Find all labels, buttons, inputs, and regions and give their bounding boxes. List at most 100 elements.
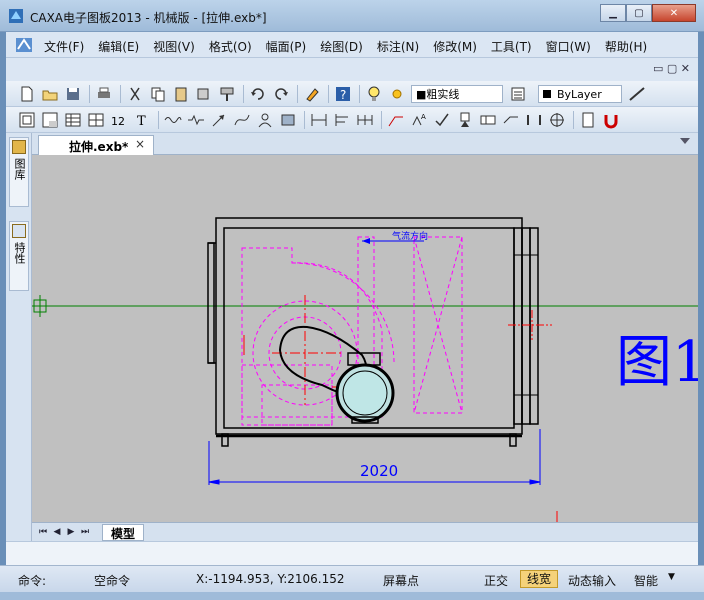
menu-draw[interactable]: 绘图(D)	[320, 38, 363, 55]
ortho-toggle[interactable]: 正交	[484, 572, 508, 589]
menu-bar-extension: ▭ ▢ ✕	[6, 58, 698, 81]
cut-icon[interactable]	[126, 85, 144, 103]
first-layout-icon[interactable]: ⏮	[36, 526, 50, 538]
chain-dim-icon[interactable]	[356, 111, 374, 129]
roughness-icon[interactable]: A	[410, 111, 428, 129]
drawing-canvas[interactable]: 气流方向 2020 图1	[32, 155, 698, 522]
wave-line-icon[interactable]	[164, 111, 182, 129]
last-layout-icon[interactable]: ⏭	[78, 526, 92, 538]
side-tab-library[interactable]: 图库	[9, 137, 29, 207]
color-select[interactable]: ByLayer	[538, 85, 622, 103]
coordinate-readout: X:-1194.953, Y:2106.152	[196, 572, 345, 586]
hatch-icon[interactable]	[279, 111, 297, 129]
minimize-button[interactable]: ▁	[600, 4, 626, 22]
leader-icon[interactable]	[387, 111, 405, 129]
copy-icon[interactable]	[149, 85, 167, 103]
layout-tab-bar: ⏮ ◀ ▶ ⏭ 模型	[32, 522, 698, 541]
menu-tools[interactable]: 工具(T)	[491, 38, 532, 55]
motor-drawing	[278, 325, 395, 424]
menu-sheet[interactable]: 幅面(P)	[266, 38, 307, 55]
sheet-frame-icon[interactable]	[18, 111, 36, 129]
toolbar-separator	[328, 85, 329, 103]
menu-format[interactable]: 格式(O)	[209, 38, 252, 55]
print-icon[interactable]	[95, 85, 113, 103]
weld-icon[interactable]	[502, 111, 520, 129]
menu-edit[interactable]: 编辑(E)	[98, 38, 139, 55]
command-line-area[interactable]	[6, 541, 698, 565]
baseline-dim-icon[interactable]	[333, 111, 351, 129]
linewidth-icon[interactable]	[628, 85, 646, 103]
svg-text:12: 12	[111, 115, 125, 128]
balloon-icon[interactable]: 12	[110, 111, 128, 129]
attribute-icon[interactable]	[579, 111, 597, 129]
close-button[interactable]: ✕	[652, 4, 696, 22]
menu-bar: 文件(F) 编辑(E) 视图(V) 格式(O) 幅面(P) 绘图(D) 标注(N…	[6, 32, 698, 58]
smart-snap-toggle[interactable]: 智能	[634, 572, 658, 589]
text-icon[interactable]: T	[133, 111, 151, 129]
document-tab[interactable]: 拉伸.exb* ×	[38, 135, 154, 155]
document-tab-bar: 拉伸.exb* ×	[32, 133, 698, 155]
document-tab-label: 拉伸.exb*	[69, 140, 129, 154]
menu-help[interactable]: 帮助(H)	[605, 38, 647, 55]
color-select-value: ByLayer	[557, 87, 602, 101]
layer-manager-icon[interactable]	[509, 85, 527, 103]
clear-icon[interactable]	[303, 85, 321, 103]
drawing-svg[interactable]: 气流方向 2020 图1	[32, 155, 698, 522]
command-label: 命令:	[18, 574, 47, 588]
linear-dim-icon[interactable]	[310, 111, 328, 129]
toolbar-separator	[304, 111, 305, 129]
title-block-icon[interactable]	[41, 111, 59, 129]
prev-layout-icon[interactable]: ◀	[50, 526, 64, 538]
spline-icon[interactable]	[233, 111, 251, 129]
table-icon[interactable]	[87, 111, 105, 129]
standard-toolbar: ? ■粗实线 ByLayer	[6, 81, 698, 107]
layer-state-bulb-icon[interactable]	[365, 85, 383, 103]
tab-list-dropdown-icon[interactable]	[680, 138, 690, 144]
help-icon[interactable]: ?	[334, 85, 352, 103]
side-panel: 图库 特性	[6, 133, 32, 541]
snap-mode-button[interactable]: 屏幕点	[383, 572, 419, 589]
format-painter-icon[interactable]	[218, 85, 236, 103]
person-icon[interactable]	[256, 111, 274, 129]
undo-icon[interactable]	[249, 85, 267, 103]
arrow-icon[interactable]	[210, 111, 228, 129]
clone-icon[interactable]	[195, 85, 213, 103]
line-width-toggle[interactable]: 线宽	[520, 570, 559, 588]
toolbar-separator	[243, 85, 244, 103]
maximize-button[interactable]: ▢	[626, 4, 652, 22]
zigzag-line-icon[interactable]	[187, 111, 205, 129]
new-file-icon[interactable]	[18, 85, 36, 103]
window-title: CAXA电子图板2013 - 机械版 - [拉伸.exb*]	[30, 11, 267, 25]
menu-modify[interactable]: 修改(M)	[433, 38, 477, 55]
check-mark-icon[interactable]	[433, 111, 451, 129]
redo-icon[interactable]	[272, 85, 290, 103]
section-icon[interactable]	[525, 111, 543, 129]
linetype-select[interactable]: ■粗实线	[411, 85, 503, 103]
status-bar: 命令: 空命令 X:-1194.953, Y:2106.152 屏幕点 正交 线…	[0, 565, 704, 592]
menu-logo-icon[interactable]	[14, 36, 34, 54]
save-icon[interactable]	[64, 85, 82, 103]
next-layout-icon[interactable]: ▶	[64, 526, 78, 538]
model-tab[interactable]: 模型	[102, 524, 145, 541]
menu-view[interactable]: 视图(V)	[153, 38, 195, 55]
library-icon	[12, 140, 26, 154]
menu-window[interactable]: 窗口(W)	[546, 38, 591, 55]
menu-dimension[interactable]: 标注(N)	[377, 38, 419, 55]
properties-icon	[12, 224, 26, 238]
document-tab-close-icon[interactable]: ×	[135, 137, 145, 151]
open-folder-icon[interactable]	[41, 85, 59, 103]
side-tab-properties[interactable]: 特性	[9, 221, 29, 291]
tolerance-icon[interactable]	[479, 111, 497, 129]
parts-list-icon[interactable]	[64, 111, 82, 129]
menu-file[interactable]: 文件(F)	[44, 38, 84, 55]
svg-text:?: ?	[340, 88, 346, 102]
window-bottom-border	[0, 592, 704, 600]
datum-icon[interactable]	[456, 111, 474, 129]
mdi-window-controls[interactable]: ▭ ▢ ✕	[653, 62, 690, 75]
layer-state-sun-icon[interactable]	[388, 85, 406, 103]
paste-icon[interactable]	[172, 85, 190, 103]
magnet-icon[interactable]	[602, 111, 620, 129]
status-menu-chevron-icon[interactable]: ▼	[668, 572, 675, 582]
center-hole-icon[interactable]	[548, 111, 566, 129]
dynamic-input-toggle[interactable]: 动态输入	[568, 572, 616, 589]
